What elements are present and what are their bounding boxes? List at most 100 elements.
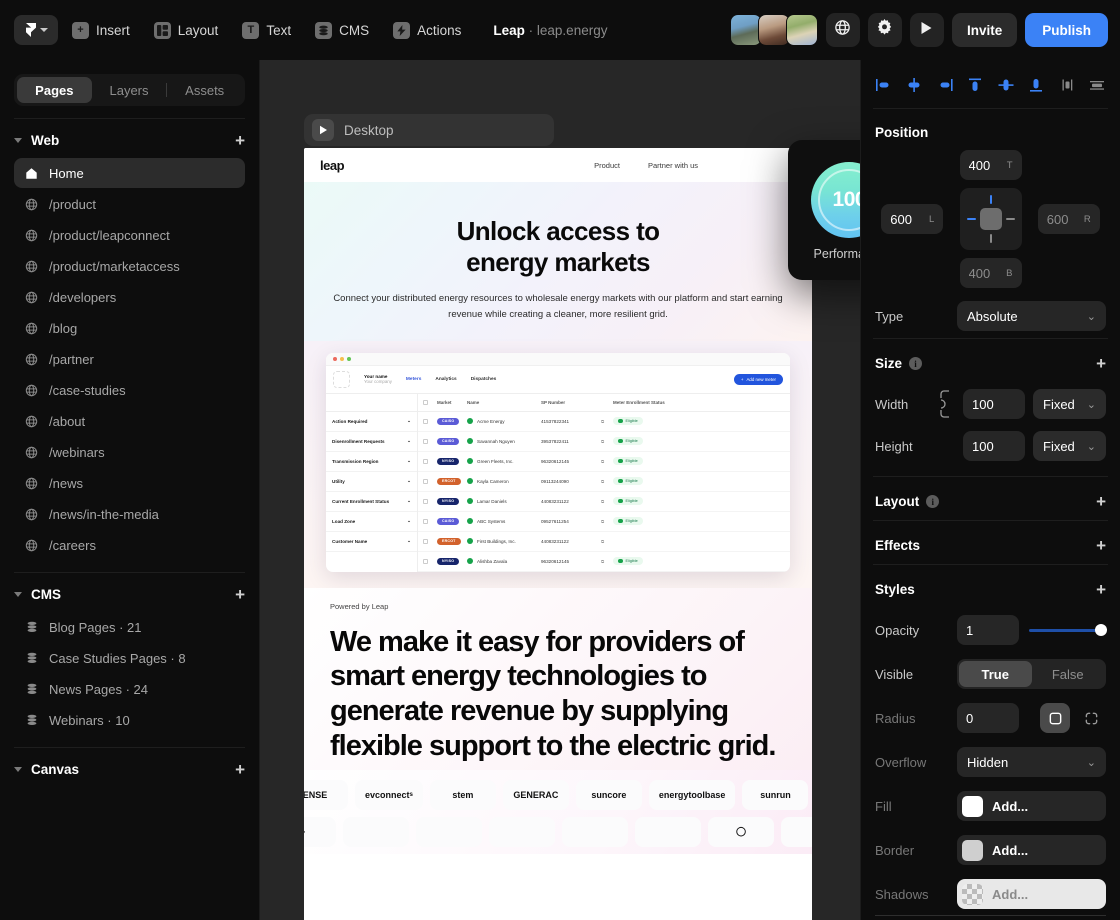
position-left-input[interactable] (890, 212, 923, 227)
sidebar-item-product[interactable]: /product (14, 189, 245, 219)
dashboard-tab-analytics[interactable]: Analytics (435, 377, 456, 382)
align-top-icon[interactable] (964, 74, 986, 96)
sidebar-item-developers[interactable]: /developers (14, 282, 245, 312)
sidebar-item-news[interactable]: /news (14, 468, 245, 498)
align-vertical-center-icon[interactable] (995, 74, 1017, 96)
radius-all-icon[interactable] (1040, 703, 1070, 733)
distribute-horizontal-icon[interactable] (1056, 74, 1078, 96)
row-checkbox[interactable] (423, 499, 428, 504)
position-anchor-widget[interactable] (960, 188, 1022, 250)
copy-icon[interactable]: ⧉ (601, 439, 613, 444)
position-left-field[interactable]: L (881, 204, 943, 234)
menu-layout[interactable]: Layout (144, 14, 229, 46)
publish-button[interactable]: Publish (1025, 13, 1108, 47)
copy-icon[interactable]: ⧉ (601, 419, 613, 424)
site-nav-link-partner[interactable]: Partner with us (648, 161, 698, 170)
sidebar-item-product-marketaccess[interactable]: /product/marketaccess (14, 251, 245, 281)
filter-row[interactable]: Load Zone⌄ (326, 512, 417, 532)
sidebar-item-blog[interactable]: /blog (14, 313, 245, 343)
sidebar-item-about[interactable]: /about (14, 406, 245, 436)
framer-logo-button[interactable] (14, 15, 58, 45)
width-mode-select[interactable]: Fixed ⌄ (1033, 389, 1106, 419)
align-left-icon[interactable] (873, 74, 895, 96)
avatar[interactable] (786, 14, 818, 46)
shadows-add-button[interactable]: Add... (957, 879, 1106, 909)
opacity-slider[interactable] (1029, 629, 1106, 632)
table-row[interactable]: NYISO Lamar Daniels 44083231122 ⧉ Eligib… (418, 492, 790, 512)
row-checkbox[interactable] (423, 559, 428, 564)
row-checkbox[interactable] (423, 439, 428, 444)
add-canvas-button[interactable]: + (235, 761, 245, 778)
sidebar-scroll[interactable]: Web + Home /product (0, 106, 259, 920)
dashboard-tab-dispatches[interactable]: Dispatches (471, 377, 497, 382)
sidebar-item-webinars-collection[interactable]: Webinars · 10 (14, 705, 245, 735)
width-input[interactable] (972, 397, 1016, 412)
filter-row[interactable]: Action Required⌄ (326, 412, 417, 432)
section-header-layout[interactable]: Layout i + (861, 477, 1120, 520)
add-collection-button[interactable]: + (235, 586, 245, 603)
row-checkbox[interactable] (423, 539, 428, 544)
radius-input[interactable] (966, 711, 1010, 726)
filter-row[interactable]: Customer Name⌄ (326, 532, 417, 552)
invite-button[interactable]: Invite (952, 13, 1017, 47)
section-header-effects[interactable]: Effects + (861, 521, 1120, 564)
fill-add-button[interactable]: Add... (957, 791, 1106, 821)
breadcrumb[interactable]: Leap · leap.energy (493, 23, 607, 38)
sidebar-item-webinars[interactable]: /webinars (14, 437, 245, 467)
position-type-select[interactable]: Absolute ⌄ (957, 301, 1106, 331)
radius-field[interactable] (957, 703, 1019, 733)
shadows-swatch[interactable] (962, 884, 983, 905)
opacity-field[interactable] (957, 615, 1019, 645)
table-row[interactable]: NYISO Green Fleets, Inc. 96320612145 ⧉ E… (418, 452, 790, 472)
table-row[interactable]: CAISO Acme Energy 41537822341 ⧉ Eligible (418, 412, 790, 432)
sidebar-item-case-studies[interactable]: /case-studies (14, 375, 245, 405)
width-field[interactable] (963, 389, 1025, 419)
styles-add-button[interactable]: + (1096, 581, 1106, 598)
copy-icon[interactable]: ⧉ (601, 479, 613, 484)
position-right-input[interactable] (1047, 212, 1078, 227)
settings-button[interactable] (868, 13, 902, 47)
filter-row[interactable]: Utility⌄ (326, 472, 417, 492)
filter-row[interactable]: Current Enrollment Status⌄ (326, 492, 417, 512)
menu-insert[interactable]: + Insert (62, 14, 140, 46)
position-top-input[interactable] (969, 158, 1001, 173)
info-icon[interactable]: i (926, 495, 939, 508)
anchor-top-indicator[interactable] (990, 195, 992, 204)
menu-actions[interactable]: Actions (383, 14, 471, 46)
sidebar-item-partner[interactable]: /partner (14, 344, 245, 374)
menu-cms[interactable]: CMS (305, 14, 379, 46)
table-row[interactable]: ERCOT First Buildings, Inc. 44083231122 … (418, 532, 790, 552)
tab-layers[interactable]: Layers (92, 77, 167, 103)
layout-add-button[interactable]: + (1096, 493, 1106, 510)
table-row[interactable]: CAISO ABC Systems 09527611254 ⧉ Eligible (418, 512, 790, 532)
overflow-select[interactable]: Hidden ⌄ (957, 747, 1106, 777)
sidebar-item-case-studies-pages[interactable]: Case Studies Pages · 8 (14, 643, 245, 673)
anchor-left-indicator[interactable] (967, 218, 976, 220)
copy-icon[interactable]: ⧉ (601, 559, 613, 564)
copy-icon[interactable]: ⧉ (601, 459, 613, 464)
anchor-center-handle[interactable] (980, 208, 1002, 230)
sidebar-item-home[interactable]: Home (14, 158, 245, 188)
size-add-button[interactable]: + (1096, 355, 1106, 372)
link-aspect-icon[interactable] (933, 387, 955, 421)
dashboard-tab-meters[interactable]: Meters (406, 377, 421, 382)
filter-row[interactable]: Disenrollment Requests⌄ (326, 432, 417, 452)
sidebar-item-product-leapconnect[interactable]: /product/leapconnect (14, 220, 245, 250)
radius-individual-icon[interactable] (1076, 703, 1106, 733)
preview-button[interactable] (910, 13, 944, 47)
row-checkbox[interactable] (423, 519, 428, 524)
frame-label-desktop[interactable]: Desktop (304, 114, 554, 146)
effects-add-button[interactable]: + (1096, 537, 1106, 554)
border-swatch[interactable] (962, 840, 983, 861)
height-field[interactable] (963, 431, 1025, 461)
copy-icon[interactable]: ⧉ (601, 539, 613, 544)
menu-text[interactable]: T Text (232, 14, 301, 46)
sidebar-item-careers[interactable]: /careers (14, 530, 245, 560)
position-right-field[interactable]: R (1038, 204, 1100, 234)
align-bottom-icon[interactable] (1025, 74, 1047, 96)
row-checkbox[interactable] (423, 419, 428, 424)
border-add-button[interactable]: Add... (957, 835, 1106, 865)
copy-icon[interactable]: ⧉ (601, 519, 613, 524)
visible-false-option[interactable]: False (1032, 661, 1105, 687)
table-row[interactable]: ERCOT Kayla Cameron 09113244090 ⧉ Eligib… (418, 472, 790, 492)
